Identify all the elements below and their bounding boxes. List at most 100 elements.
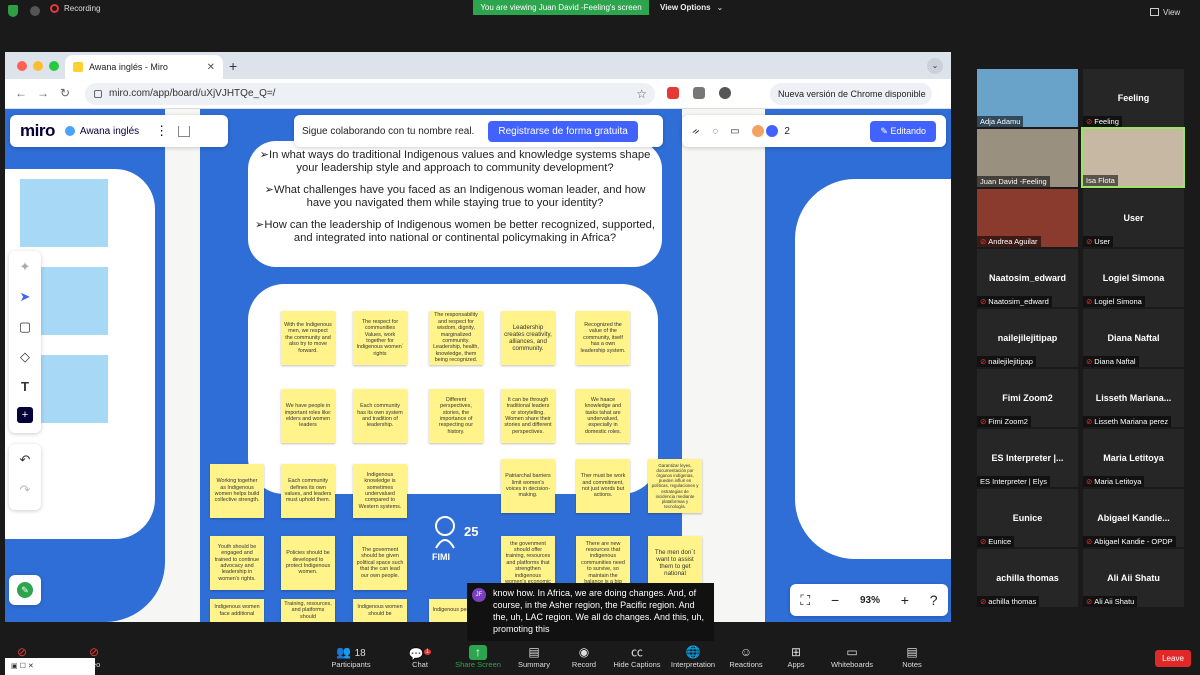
participant-tile[interactable]: Adja Adamu (977, 69, 1078, 127)
text-tool-icon[interactable]: T (17, 379, 33, 395)
sticky-note[interactable]: Ther must be work and commitment, not ju… (576, 459, 630, 513)
view-options-button[interactable]: View Options ⌄ (660, 3, 723, 12)
select-cursor-icon[interactable]: ➤ (17, 289, 33, 305)
participant-tile[interactable]: Ali Aii Shatu ⊘ Ali Aii Shatu (1083, 549, 1184, 607)
sticky-note[interactable]: The men don´t want to assist them to get… (648, 536, 702, 590)
tab-search-icon[interactable]: ⌄ (927, 58, 943, 74)
redo-icon[interactable]: ↷ (17, 482, 33, 498)
site-info-icon[interactable] (94, 90, 102, 98)
sticky-note[interactable]: We have people in important roles like: … (281, 389, 335, 443)
captions-button[interactable]: ㏄ Hide Captions (607, 645, 667, 669)
sticky-note[interactable]: We haace knowledge and tasks tahat are u… (576, 389, 630, 443)
ai-sparkle-icon[interactable]: ✦ (17, 259, 33, 275)
zoom-out-icon[interactable]: − (831, 592, 839, 608)
sticky-note[interactable]: the govenment should offer training, res… (501, 536, 555, 590)
register-button[interactable]: Registrarse de forma gratuita (488, 120, 638, 142)
sticky-note[interactable]: It can be through traditional leaders or… (501, 389, 555, 443)
profile-avatar-icon[interactable] (719, 87, 731, 99)
participant-tile[interactable]: Fimi Zoom2 ⊘ Fimi Zoom2 (977, 369, 1078, 427)
sticky-note[interactable]: Indigenous women should be (353, 599, 407, 622)
forward-icon[interactable]: → (37, 86, 49, 100)
sticky-note[interactable]: Recognized the value of the community, i… (576, 311, 630, 365)
back-icon[interactable]: ← (15, 86, 27, 100)
sticky-note[interactable]: Each community has its own system and tr… (353, 389, 407, 443)
collaborators-button[interactable]: 2 (751, 125, 790, 137)
participant-tile[interactable]: Eunice ⊘ Eunice (977, 489, 1078, 547)
sticky-note[interactable]: Working together as Indigenous women hel… (210, 464, 264, 518)
chat-button[interactable]: 💬 1 Chat (390, 645, 450, 669)
record-button[interactable]: ◉ Record (554, 645, 614, 669)
leave-button[interactable]: Leave (1155, 650, 1191, 667)
sticky-note[interactable]: Indigenous knowledge is sometimes underv… (353, 464, 407, 518)
export-icon[interactable] (178, 125, 191, 137)
help-icon[interactable]: ? (930, 592, 938, 608)
pen-icon[interactable]: ✎ (17, 582, 33, 598)
sticky-note[interactable]: Different perspectives, stories, the imp… (429, 389, 483, 443)
taskbar-close-icon[interactable]: ✕ (28, 663, 34, 670)
participant-tile[interactable]: ES Interpreter |... ES Interpreter | Elys (977, 429, 1078, 487)
browser-tab[interactable]: Awana inglés - Miro ✕ (65, 55, 223, 79)
whiteboards-button[interactable]: ▭ Whiteboards (822, 645, 882, 669)
participant-tile[interactable]: nailejilejitipap ⊘ nailejilejitipap (977, 309, 1078, 367)
sticky-note[interactable]: The respect for communities Values, work… (353, 311, 407, 365)
taskbar-app-icon[interactable]: ▣ (11, 663, 18, 670)
sticky-note[interactable]: The goverment should be given political … (353, 536, 407, 590)
zoom-level[interactable]: 93% (860, 595, 880, 606)
participant-tile[interactable]: Feeling ⊘ Feeling (1083, 69, 1184, 127)
miro-board-canvas[interactable]: ➢In what ways do traditional Indigenous … (5, 109, 951, 622)
sticky-note[interactable]: Garantizar leyes, documentación por órga… (648, 459, 702, 513)
sticky-note[interactable]: Indigenous women face additional (210, 599, 264, 622)
shapes-icon[interactable]: ◇ (17, 349, 33, 365)
participant-tile[interactable]: Maria Letitoya ⊘ Maria Letitoya (1083, 429, 1184, 487)
participant-tile[interactable]: Juan David -Feeling (977, 129, 1078, 187)
questions-box[interactable]: ➢In what ways do traditional Indigenous … (248, 141, 662, 267)
minimize-window-icon[interactable] (33, 61, 43, 71)
fit-screen-icon[interactable]: ⛶ (800, 592, 810, 609)
chrome-update-button[interactable]: Nueva versión de Chrome disponible ⋮ (770, 83, 932, 121)
new-tab-icon[interactable]: + (229, 58, 237, 74)
comments-icon[interactable]: ◌ (712, 126, 718, 137)
sticky-note-icon[interactable]: ▢ (17, 319, 33, 335)
bookmark-star-icon[interactable]: ☆ (636, 83, 647, 105)
miro-logo[interactable]: miro (20, 121, 55, 141)
maximize-window-icon[interactable] (49, 61, 59, 71)
board-shape[interactable] (20, 179, 108, 247)
close-tab-icon[interactable]: ✕ (207, 62, 215, 73)
url-field[interactable]: miro.com/app/board/uXjVJHTQe_Q=/ ☆ (85, 83, 655, 105)
sticky-note[interactable]: Youth should be engaged and trained to c… (210, 536, 264, 590)
participant-tile[interactable]: Logiel Simona ⊘ Logiel Simona (1083, 249, 1184, 307)
recording-indicator[interactable]: Recording (50, 4, 100, 13)
participant-tile[interactable]: Abigael Kandie... ⊘ Abigael Kandie - OPDP (1083, 489, 1184, 547)
security-shield-icon[interactable] (8, 5, 18, 17)
participants-button[interactable]: 👥 18 Participants (321, 645, 381, 669)
share-screen-button[interactable]: ↑ Share Screen (448, 645, 508, 669)
sticky-note[interactable]: Each community defines its own values, a… (281, 464, 335, 518)
participant-tile[interactable]: Naatosim_edward ⊘ Naatosim_edward (977, 249, 1078, 307)
interpretation-button[interactable]: 🌐 Interpretation (663, 645, 723, 669)
info-icon[interactable] (30, 6, 40, 16)
participant-tile[interactable]: User ⊘ User (1083, 189, 1184, 247)
more-tools-icon[interactable]: + (17, 407, 33, 423)
participant-tile-active-speaker[interactable]: Isa Flota (1081, 127, 1185, 188)
participant-tile[interactable]: Diana Naftal ⊘ Diana Naftal (1083, 309, 1184, 367)
sticky-note[interactable]: Training, resources, and platforms shoul… (281, 599, 335, 622)
video-icon[interactable]: ▭ (730, 126, 739, 137)
notes-button[interactable]: ▤ Notes (882, 645, 942, 669)
reload-icon[interactable]: ↻ (60, 86, 70, 100)
sticky-note[interactable]: Policies should be developed to protect … (281, 536, 335, 590)
sticky-note[interactable]: With the Indigenous men, we respect the … (281, 311, 335, 365)
view-button[interactable]: View (1150, 8, 1180, 17)
participant-tile[interactable]: ⊘ Andrea Aguilar (977, 189, 1078, 247)
zoom-in-icon[interactable]: + (901, 592, 909, 608)
sticky-note[interactable]: Leadership creates creativity, alliances… (501, 311, 555, 365)
participant-tile[interactable]: Lisseth Mariana... ⊘ Lisseth Mariana perez (1083, 369, 1184, 427)
sticky-note[interactable]: Patriarchal barriers limit women's voice… (501, 459, 555, 513)
editing-mode-button[interactable]: ✎ Editando (870, 120, 936, 142)
undo-icon[interactable]: ↶ (17, 452, 33, 468)
board-menu-icon[interactable]: ⋮ (155, 123, 168, 139)
apps-button[interactable]: ⊞ Apps (766, 645, 826, 669)
board-name[interactable]: Awana inglés (64, 126, 139, 137)
sticky-note[interactable]: There are new resources that indigenous … (576, 536, 630, 590)
participant-tile[interactable]: achilla thomas ⊘ achilla thomas (977, 549, 1078, 607)
media-control-icon[interactable] (693, 87, 705, 99)
